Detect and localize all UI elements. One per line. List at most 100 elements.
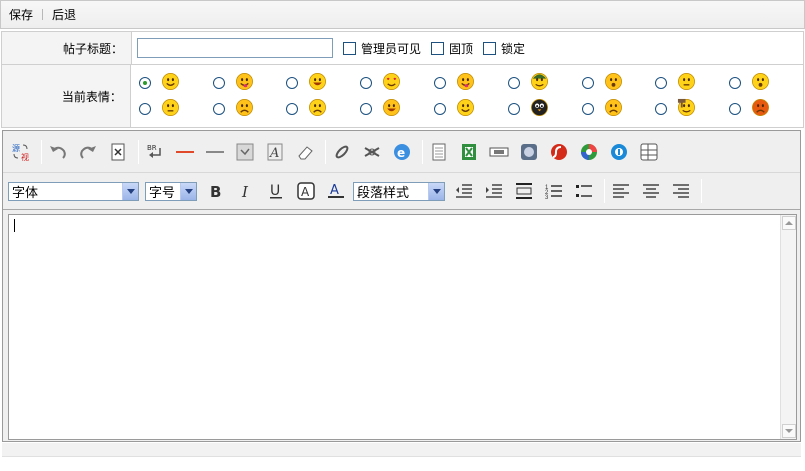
face-option-wink[interactable] <box>434 96 508 122</box>
face-option-surprised[interactable] <box>581 70 656 96</box>
quicktime-button[interactable] <box>606 140 632 164</box>
svg-text:B: B <box>210 183 221 201</box>
excel-button[interactable] <box>456 140 482 164</box>
image-button[interactable] <box>232 140 258 164</box>
media-player-button[interactable] <box>576 140 602 164</box>
editor-resize-strip[interactable] <box>2 443 801 457</box>
scroll-down-button[interactable] <box>782 424 796 438</box>
face-option-unhappy[interactable] <box>581 96 656 122</box>
ordered-list-button[interactable]: 123 <box>541 179 567 203</box>
red-rule-button[interactable] <box>172 140 198 164</box>
face-radio[interactable] <box>360 103 373 115</box>
paragraph-style-select[interactable]: 段落样式 <box>353 181 445 201</box>
face-radio[interactable] <box>581 103 594 115</box>
face-radio[interactable] <box>655 77 668 89</box>
face-option-confused[interactable] <box>729 70 803 96</box>
title-input[interactable] <box>137 38 333 58</box>
link-button[interactable] <box>329 140 355 164</box>
media-button[interactable] <box>486 140 512 164</box>
lock-label: 锁定 <box>501 41 526 56</box>
face-radio[interactable] <box>729 103 742 115</box>
face-radio[interactable] <box>434 77 447 89</box>
svg-text:A: A <box>301 185 310 199</box>
rich-text-editor: 源视 BR A e 字体 字号 B I U A A 段落样式 1 2 3 <box>2 130 801 442</box>
face-radio[interactable] <box>507 103 520 115</box>
face-radio[interactable] <box>212 77 225 89</box>
face-radio[interactable] <box>286 77 299 89</box>
pin-checkbox[interactable] <box>431 41 445 55</box>
bold-button[interactable]: B <box>203 179 229 203</box>
font-color-button[interactable]: A <box>323 179 349 203</box>
highlight-button[interactable]: A <box>293 179 319 203</box>
face-option-shy[interactable] <box>212 70 287 96</box>
face-option-laughing[interactable] <box>360 96 434 122</box>
face-option-hammer[interactable] <box>655 96 729 122</box>
svg-text:源: 源 <box>12 144 20 153</box>
svg-text:A: A <box>330 183 339 198</box>
undo-button[interactable] <box>45 140 71 164</box>
face-radio[interactable] <box>286 103 299 115</box>
face-option-love[interactable] <box>360 70 434 96</box>
remove-format-button[interactable] <box>105 140 131 164</box>
align-center-button[interactable] <box>638 179 664 203</box>
lock-checkbox[interactable] <box>483 41 497 55</box>
font-select[interactable]: 字体 <box>8 181 139 201</box>
thinking-face-icon <box>161 98 180 120</box>
line-break-button[interactable]: BR <box>142 140 168 164</box>
face-radio[interactable] <box>507 77 520 89</box>
vertical-scrollbar[interactable] <box>780 215 796 439</box>
face-radio[interactable] <box>655 103 668 115</box>
font-size-select[interactable]: 字号 <box>145 181 197 201</box>
outdent-button[interactable] <box>451 179 477 203</box>
admin-visible-checkbox[interactable] <box>343 41 356 55</box>
text-style-button[interactable]: A <box>262 140 288 164</box>
face-radio[interactable] <box>729 77 742 89</box>
unlink-button[interactable] <box>359 140 385 164</box>
face-option-cool[interactable] <box>655 70 729 96</box>
svg-text:I: I <box>241 183 249 201</box>
face-radio[interactable] <box>212 103 225 115</box>
editor-toolbar-row-2: 字体 字号 B I U A A 段落样式 123 <box>3 173 800 210</box>
bullet-list-button[interactable] <box>571 179 597 203</box>
face-radio[interactable] <box>138 103 151 115</box>
cool-face-icon <box>677 72 696 94</box>
crying-face-icon <box>308 98 327 120</box>
face-option-soldier[interactable] <box>507 70 582 96</box>
face-radio[interactable] <box>138 77 151 89</box>
redo-button[interactable] <box>75 140 101 164</box>
align-right-button[interactable] <box>668 179 694 203</box>
face-option-penguin[interactable] <box>507 96 582 122</box>
face-radio[interactable] <box>581 77 594 89</box>
table-button[interactable] <box>636 140 662 164</box>
web-link-icon[interactable]: e <box>389 140 415 164</box>
face-radio[interactable] <box>360 77 373 89</box>
indent-button[interactable] <box>481 179 507 203</box>
face-option-sad[interactable] <box>212 96 287 122</box>
save-link[interactable]: 保存 <box>9 6 33 23</box>
face-option-smile[interactable] <box>138 70 213 96</box>
penguin-face-icon <box>530 98 549 120</box>
editor-toolbar-row-1: 源视 BR A e <box>3 131 800 173</box>
eraser-button[interactable] <box>292 140 318 164</box>
realplayer-button[interactable] <box>516 140 542 164</box>
face-option-angry[interactable] <box>729 96 803 122</box>
shy-face-icon <box>235 72 254 94</box>
notepad-button[interactable] <box>426 140 452 164</box>
face-option-thinking[interactable] <box>138 96 213 122</box>
face-option-crying[interactable] <box>286 96 360 122</box>
sad-face-icon <box>235 98 254 120</box>
source-view-button[interactable]: 源视 <box>8 140 34 164</box>
editor-content-area[interactable] <box>8 214 797 440</box>
block-button[interactable] <box>511 179 537 203</box>
align-left-button[interactable] <box>608 179 634 203</box>
face-option-tongue[interactable] <box>434 70 508 96</box>
underline-button[interactable]: U <box>263 179 289 203</box>
horizontal-rule-button[interactable] <box>202 140 228 164</box>
flash-button[interactable] <box>546 140 572 164</box>
scroll-up-button[interactable] <box>782 216 796 230</box>
tongue-face-icon <box>456 72 475 94</box>
face-radio[interactable] <box>434 103 447 115</box>
italic-button[interactable]: I <box>233 179 259 203</box>
face-option-grin[interactable] <box>286 70 360 96</box>
back-link[interactable]: 后退 <box>52 6 76 23</box>
